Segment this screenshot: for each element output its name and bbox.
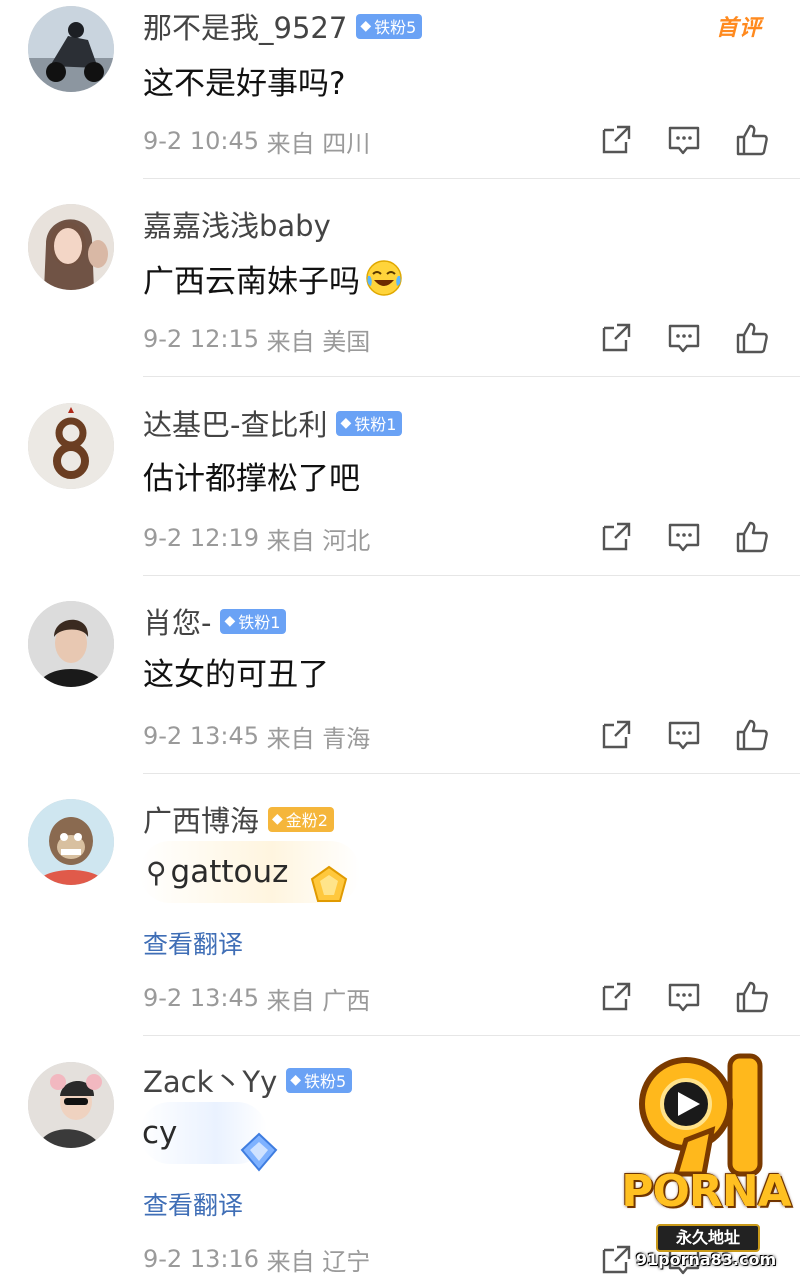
action-bar <box>0 717 800 757</box>
divider <box>143 1035 800 1036</box>
diamond-icon: ◆ <box>360 18 372 34</box>
username-row: 那不是我_9527 ◆ 铁粉5 <box>143 5 423 47</box>
comment-text-value: 广西云南妹子吗 <box>143 263 360 300</box>
fan-badge: ◆ 金粉2 <box>268 806 334 832</box>
fan-badge-label: 金粉2 <box>285 811 328 830</box>
diamond-icon: ◆ <box>272 811 283 827</box>
avatar[interactable] <box>28 204 114 290</box>
watermark-logo: PORNA 永久地址 91porna83.com <box>612 1050 800 1269</box>
username[interactable]: 嘉嘉浅浅baby <box>143 203 331 245</box>
username[interactable]: Zack丶Yy <box>143 1059 277 1101</box>
diamond-icon: ◆ <box>290 1072 302 1088</box>
action-bar <box>0 979 800 1019</box>
like-icon[interactable] <box>734 717 770 753</box>
avatar[interactable] <box>28 601 114 687</box>
blue-gem-icon <box>240 1132 278 1172</box>
divider <box>143 575 800 576</box>
fan-badge-label: 铁粉5 <box>304 1072 347 1091</box>
comment-icon[interactable] <box>666 519 702 555</box>
like-icon[interactable] <box>734 320 770 356</box>
comment-text: 广西云南妹子吗 <box>143 256 404 300</box>
fan-badge: ◆ 铁粉5 <box>356 13 423 39</box>
username-row: Zack丶Yy ◆ 铁粉5 <box>143 1059 353 1101</box>
username-row: 嘉嘉浅浅baby <box>143 204 331 244</box>
search-keyword: gattouz <box>170 854 289 890</box>
divider <box>143 376 800 377</box>
username-row: 肖您- ◆ 铁粉1 <box>143 600 287 642</box>
comment-icon[interactable] <box>666 717 702 753</box>
like-icon[interactable] <box>734 122 770 158</box>
comment-text: 估计都撑松了吧 <box>143 453 360 497</box>
share-icon[interactable] <box>598 122 634 158</box>
username-row: 广西博海 ◆ 金粉2 <box>143 799 334 839</box>
fan-badge: ◆ 铁粉1 <box>336 410 403 436</box>
avatar[interactable] <box>28 799 114 885</box>
fan-badge-label: 铁粉1 <box>354 415 397 434</box>
search-icon: ⚲ <box>146 855 167 889</box>
first-comment-tag: 首评 <box>715 16 762 41</box>
like-icon[interactable] <box>734 979 770 1015</box>
comment-icon[interactable] <box>666 979 702 1015</box>
laughing-crying-emoji-icon <box>366 260 402 296</box>
gold-gem-icon <box>310 865 348 902</box>
comment-text: 这不是好事吗? <box>143 58 345 102</box>
share-icon[interactable] <box>598 519 634 555</box>
share-icon[interactable] <box>598 979 634 1015</box>
divider <box>143 178 800 179</box>
diamond-icon: ◆ <box>340 415 352 431</box>
comment-icon[interactable] <box>666 320 702 356</box>
comment-text: 这女的可丑了 <box>143 649 329 693</box>
comment-text-value: 这女的可丑了 <box>143 656 329 693</box>
divider <box>143 773 800 774</box>
logo-url: 91porna83.com <box>635 1250 777 1269</box>
logo-subtitle: 永久地址 <box>656 1224 760 1252</box>
logo-brand: PORNA <box>621 1166 791 1217</box>
share-icon[interactable] <box>598 320 634 356</box>
username[interactable]: 达基巴-查比利 <box>143 402 327 444</box>
username[interactable]: 肖您- <box>143 600 211 642</box>
diamond-icon: ◆ <box>224 613 236 629</box>
avatar[interactable] <box>28 6 114 92</box>
action-bar <box>0 122 800 162</box>
fan-badge: ◆ 铁粉5 <box>286 1067 353 1093</box>
action-bar <box>0 320 800 360</box>
like-icon[interactable] <box>734 519 770 555</box>
comment-icon[interactable] <box>666 122 702 158</box>
username[interactable]: 那不是我_9527 <box>143 5 347 47</box>
fan-badge: ◆ 铁粉1 <box>220 608 287 634</box>
username[interactable]: 广西博海 <box>143 798 259 840</box>
username-row: 达基巴-查比利 ◆ 铁粉1 <box>143 402 403 444</box>
share-icon[interactable] <box>598 717 634 753</box>
view-translation-link[interactable]: 查看翻译 <box>143 925 243 961</box>
logo-emblem-icon <box>639 1053 763 1177</box>
fan-badge-label: 铁粉1 <box>238 613 281 632</box>
comment-text-value: cy <box>142 1115 178 1151</box>
fan-badge-label: 铁粉5 <box>374 18 417 37</box>
action-bar <box>0 519 800 559</box>
avatar[interactable] <box>28 403 114 489</box>
comment-text-value: 这不是好事吗? <box>143 65 346 102</box>
comment-text-value: 估计都撑松了吧 <box>143 460 360 497</box>
avatar[interactable] <box>28 1062 114 1148</box>
view-translation-link[interactable]: 查看翻译 <box>143 1186 243 1222</box>
